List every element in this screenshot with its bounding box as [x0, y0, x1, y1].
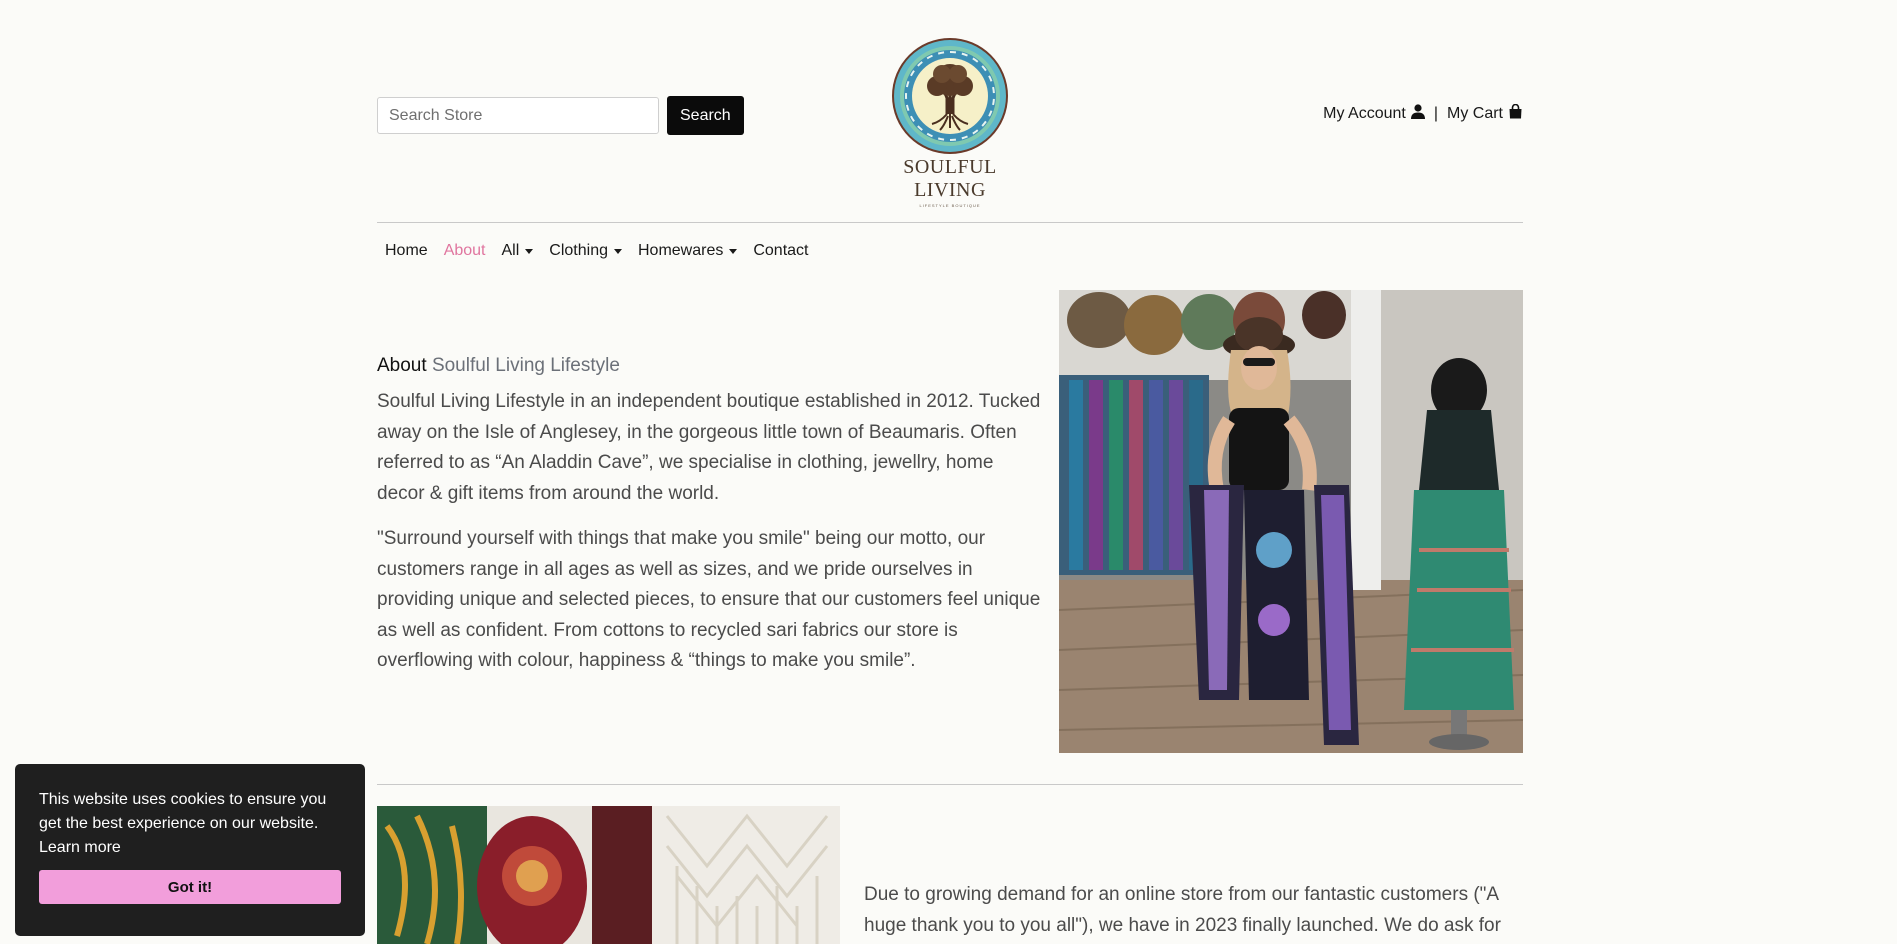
my-cart-label: My Cart	[1447, 105, 1503, 122]
caret-down-icon	[613, 248, 622, 254]
nav-item-label: Home	[385, 242, 428, 259]
nav-item-label: Clothing	[549, 242, 608, 259]
nav-item-label: About	[443, 242, 486, 259]
about-heading-brand: Soulful Living Lifestyle	[431, 355, 620, 376]
cushions-macrame-photo	[377, 806, 840, 944]
my-cart-link[interactable]: My Cart	[1447, 103, 1523, 124]
nav-item-homewares[interactable]: Homewares	[630, 242, 745, 260]
my-account-link[interactable]: My Account	[1323, 104, 1425, 124]
products-photo	[377, 806, 840, 944]
cookie-message: This website uses cookies to ensure you …	[39, 791, 327, 832]
about-heading: About Soulful Living Lifestyle	[377, 355, 620, 377]
nav-item-about[interactable]: About	[436, 242, 494, 260]
search-button[interactable]: Search	[667, 96, 744, 135]
cookie-banner: This website uses cookies to ensure you …	[15, 764, 365, 936]
about-body: Soulful Living Lifestyle in an independe…	[377, 387, 1042, 692]
header-divider	[377, 222, 1523, 223]
logo-tagline: LIFESTYLE BOUTIQUE	[919, 203, 981, 208]
section-divider	[377, 784, 1523, 785]
page-container: Search SOULFUL LIVING LIFESTYLE BOUTIQUE	[377, 0, 1523, 944]
about-heading-prefix: About	[377, 355, 427, 376]
about-photo	[1059, 290, 1523, 753]
shopping-bag-icon	[1508, 103, 1523, 124]
shop-owner-photo	[1059, 290, 1523, 753]
nav-item-label: All	[501, 242, 520, 259]
nav-item-label: Contact	[753, 242, 809, 259]
account-cart-separator: |	[1433, 105, 1438, 122]
nav-item-clothing[interactable]: Clothing	[541, 242, 630, 260]
search-input[interactable]	[377, 97, 659, 134]
about-paragraph: Soulful Living Lifestyle in an independe…	[377, 391, 1041, 504]
cookie-learn-more-link[interactable]: Learn more	[39, 836, 121, 860]
account-links: My Account | My Cart	[1323, 103, 1523, 124]
caret-down-icon	[729, 248, 738, 254]
online-store-paragraph: Due to growing demand for an online stor…	[864, 884, 1501, 936]
site-logo[interactable]: SOULFUL LIVING LIFESTYLE BOUTIQUE	[865, 36, 1035, 208]
tree-of-life-logo-icon	[892, 38, 1008, 154]
nav-item-all[interactable]: All	[494, 242, 542, 260]
user-icon	[1410, 104, 1425, 124]
caret-down-icon	[525, 248, 534, 254]
main-nav: Home About All Clothing Homewares Contac…	[377, 242, 816, 260]
search-bar: Search	[377, 96, 744, 135]
nav-item-contact[interactable]: Contact	[745, 242, 816, 260]
logo-text: SOULFUL LIVING	[903, 156, 997, 201]
cookie-accept-button[interactable]: Got it!	[39, 870, 341, 904]
nav-item-home[interactable]: Home	[377, 242, 436, 260]
my-account-label: My Account	[1323, 105, 1406, 122]
nav-item-label: Homewares	[637, 242, 724, 259]
about-paragraph: "Surround yourself with things that make…	[377, 528, 1041, 671]
